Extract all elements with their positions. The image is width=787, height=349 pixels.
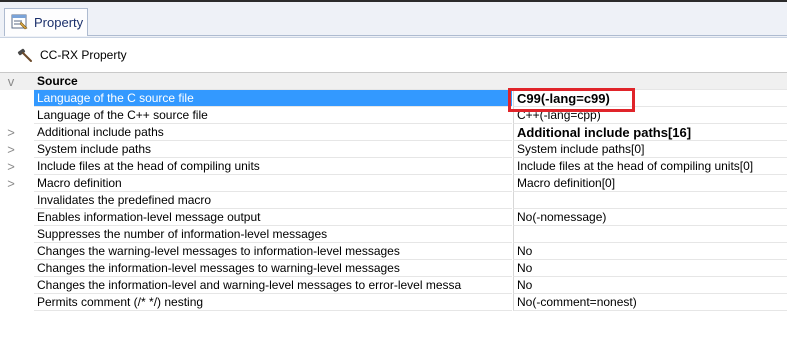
expander-placeholder bbox=[4, 277, 18, 294]
expander-placeholder bbox=[4, 226, 18, 243]
property-value[interactable]: C++(-lang=cpp) bbox=[513, 107, 787, 124]
row-gutter: > bbox=[0, 175, 34, 192]
category-label: Source bbox=[34, 73, 512, 90]
row-gutter bbox=[0, 107, 34, 124]
expander-placeholder bbox=[4, 90, 18, 107]
hammer-icon bbox=[17, 48, 32, 62]
row-gutter bbox=[0, 294, 34, 311]
property-value[interactable]: System include paths[0] bbox=[513, 141, 787, 158]
property-name: Language of the C source file bbox=[34, 90, 512, 107]
expander-placeholder bbox=[4, 243, 18, 260]
property-name: Permits comment (/* */) nesting bbox=[34, 294, 512, 311]
property-name: Suppresses the number of information-lev… bbox=[34, 226, 512, 243]
row-gutter: v bbox=[0, 73, 34, 90]
property-value[interactable]: No bbox=[513, 260, 787, 277]
property-value[interactable]: No(-nomessage) bbox=[513, 209, 787, 226]
category-row-source[interactable]: v Source bbox=[0, 73, 787, 90]
property-row[interactable]: Changes the warning-level messages to in… bbox=[0, 243, 787, 260]
property-page-icon bbox=[11, 14, 28, 30]
row-gutter bbox=[0, 243, 34, 260]
expander-placeholder bbox=[4, 260, 18, 277]
expand-chevron-icon[interactable]: > bbox=[4, 158, 18, 175]
property-value[interactable]: No bbox=[513, 277, 787, 294]
property-value[interactable]: No bbox=[513, 243, 787, 260]
component-label: CC-RX Property bbox=[40, 48, 127, 62]
property-name: Changes the information-level messages t… bbox=[34, 260, 512, 277]
property-row[interactable]: Language of the C source file C99(-lang=c… bbox=[0, 90, 787, 107]
property-name: Language of the C++ source file bbox=[34, 107, 512, 124]
property-value[interactable]: Additional include paths[16] bbox=[513, 124, 787, 141]
property-name: System include paths bbox=[34, 141, 512, 158]
tab-property-label: Property bbox=[34, 15, 84, 30]
row-gutter: > bbox=[0, 141, 34, 158]
property-row[interactable]: Invalidates the predefined macro bbox=[0, 192, 787, 209]
property-row[interactable]: Language of the C++ source file C++(-lang… bbox=[0, 107, 787, 124]
property-value[interactable] bbox=[513, 192, 787, 209]
property-value[interactable] bbox=[513, 226, 787, 243]
tab-bar: Property bbox=[0, 2, 787, 38]
property-name: Enables information-level message output bbox=[34, 209, 512, 226]
expander-placeholder bbox=[4, 209, 18, 226]
property-name: Additional include paths bbox=[34, 124, 512, 141]
property-row[interactable]: Permits comment (/* */) nesting No(-comme… bbox=[0, 294, 787, 311]
row-gutter bbox=[0, 260, 34, 277]
row-gutter: > bbox=[0, 158, 34, 175]
property-value[interactable]: Include files at the head of compiling u… bbox=[513, 158, 787, 175]
property-row[interactable]: > Include files at the head of compiling … bbox=[0, 158, 787, 175]
row-gutter bbox=[0, 90, 34, 107]
component-header: CC-RX Property bbox=[0, 38, 787, 72]
property-row[interactable]: Changes the information-level messages t… bbox=[0, 260, 787, 277]
property-value[interactable]: C99(-lang=c99) bbox=[513, 90, 787, 107]
row-gutter: > bbox=[0, 124, 34, 141]
property-name: Changes the information-level and warnin… bbox=[34, 277, 512, 294]
expand-chevron-icon[interactable]: > bbox=[4, 175, 18, 192]
expand-chevron-icon[interactable]: > bbox=[4, 124, 18, 141]
property-row[interactable]: > System include paths System include path… bbox=[0, 141, 787, 158]
property-name: Changes the warning-level messages to in… bbox=[34, 243, 512, 260]
category-value bbox=[513, 73, 787, 90]
tab-strip-line bbox=[88, 35, 787, 36]
tab-property[interactable]: Property bbox=[4, 8, 88, 36]
row-gutter bbox=[0, 209, 34, 226]
expander-placeholder bbox=[4, 192, 18, 209]
expander-placeholder bbox=[4, 294, 18, 311]
property-name: Invalidates the predefined macro bbox=[34, 192, 512, 209]
collapse-chevron-icon[interactable]: v bbox=[4, 73, 18, 90]
property-name: Macro definition bbox=[34, 175, 512, 192]
expander-placeholder bbox=[4, 107, 18, 124]
property-row[interactable]: Changes the information-level and warnin… bbox=[0, 277, 787, 294]
row-gutter bbox=[0, 226, 34, 243]
property-row[interactable]: Suppresses the number of information-lev… bbox=[0, 226, 787, 243]
property-value[interactable]: No(-comment=nonest) bbox=[513, 294, 787, 311]
property-row[interactable]: > Additional include paths Additional incl… bbox=[0, 124, 787, 141]
property-row[interactable]: > Macro definition Macro definition[0] bbox=[0, 175, 787, 192]
property-value[interactable]: Macro definition[0] bbox=[513, 175, 787, 192]
property-name: Include files at the head of compiling u… bbox=[34, 158, 512, 175]
row-gutter bbox=[0, 277, 34, 294]
property-row[interactable]: Enables information-level message output… bbox=[0, 209, 787, 226]
property-grid: v Source Language of the C source file C9… bbox=[0, 72, 787, 349]
row-gutter bbox=[0, 192, 34, 209]
expand-chevron-icon[interactable]: > bbox=[4, 141, 18, 158]
